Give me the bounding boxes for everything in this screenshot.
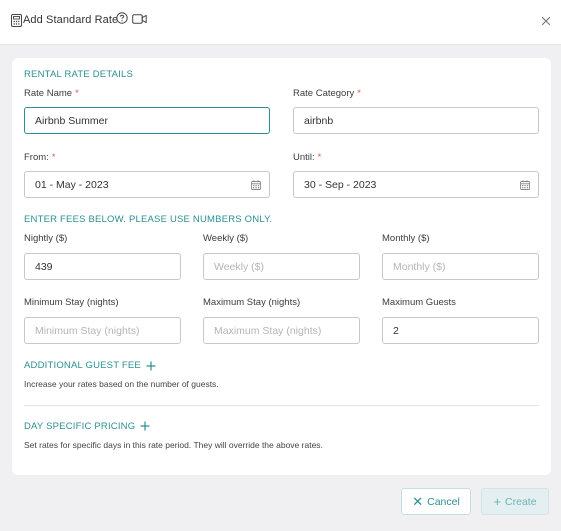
- rental-rate-details-heading: RENTAL RATE DETAILS: [24, 69, 134, 80]
- max-stay-label: Maximum Stay (nights): [203, 297, 301, 308]
- nightly-input[interactable]: [24, 253, 181, 280]
- close-icon: ✕: [412, 494, 424, 509]
- section-divider: [24, 405, 539, 406]
- rate-category-label-text: Rate Category: [293, 88, 355, 99]
- cancel-button-label: Cancel: [427, 495, 460, 508]
- from-label: From: *: [24, 152, 56, 163]
- modal-header: Add Standard Rate: [0, 0, 561, 45]
- rate-category-input[interactable]: [293, 107, 539, 134]
- monthly-input[interactable]: [382, 253, 539, 280]
- max-guests-input[interactable]: [382, 317, 539, 344]
- calendar-icon: [251, 180, 261, 190]
- add-guest-fee-plus-icon[interactable]: [146, 361, 156, 371]
- modal-title: Add Standard Rate: [23, 14, 119, 26]
- create-button[interactable]: + Create: [481, 488, 549, 515]
- until-date-picker[interactable]: 30 - Sep - 2023: [293, 171, 539, 198]
- until-date-value: 30 - Sep - 2023: [304, 179, 377, 191]
- from-date-value: 01 - May - 2023: [35, 179, 109, 191]
- video-icon[interactable]: [132, 13, 147, 25]
- calendar-icon: [520, 180, 530, 190]
- min-stay-input[interactable]: [24, 317, 181, 344]
- fees-heading: ENTER FEES BELOW. PLEASE USE NUMBERS ONL…: [24, 214, 273, 225]
- nightly-label: Nightly ($): [24, 233, 68, 244]
- until-label-text: Until:: [293, 152, 315, 163]
- required-marker: *: [317, 152, 322, 163]
- monthly-label: Monthly ($): [382, 233, 430, 244]
- close-icon[interactable]: [539, 14, 553, 28]
- max-stay-input[interactable]: [203, 317, 360, 344]
- cancel-button[interactable]: ✕ Cancel: [401, 488, 471, 515]
- rate-name-label: Rate Name *: [24, 88, 79, 99]
- required-marker: *: [75, 88, 79, 99]
- day-specific-pricing-heading: DAY SPECIFIC PRICING: [24, 421, 136, 432]
- weekly-input[interactable]: [203, 253, 360, 280]
- rate-form-card: RENTAL RATE DETAILS Rate Name* Rate Cate…: [12, 58, 551, 475]
- from-date-picker[interactable]: 01 - May - 2023: [24, 171, 270, 198]
- until-label: Until: *: [293, 152, 321, 163]
- additional-guest-fee-description: Increase your rates based on the number …: [24, 379, 219, 389]
- min-stay-label: Minimum Stay (nights): [24, 297, 119, 308]
- required-marker: *: [51, 152, 56, 163]
- plus-icon: +: [493, 494, 502, 509]
- create-button-label: Create: [505, 495, 537, 508]
- additional-guest-fee-heading: ADDITIONAL GUEST FEE: [24, 360, 141, 371]
- rate-name-label-text: Rate Name: [24, 88, 73, 99]
- max-guests-label: Maximum Guests: [382, 297, 456, 308]
- rate-category-label: Rate Category *: [293, 88, 361, 99]
- day-specific-pricing-description: Set rates for specific days in this rate…: [24, 440, 323, 450]
- from-label-text: From:: [24, 152, 49, 163]
- calculator-icon: [11, 14, 22, 27]
- rate-name-input[interactable]: [24, 107, 270, 134]
- add-day-specific-plus-icon[interactable]: [140, 421, 150, 431]
- help-circle-icon[interactable]: [116, 12, 128, 24]
- weekly-label: Weekly ($): [203, 233, 249, 244]
- required-marker: *: [357, 88, 361, 99]
